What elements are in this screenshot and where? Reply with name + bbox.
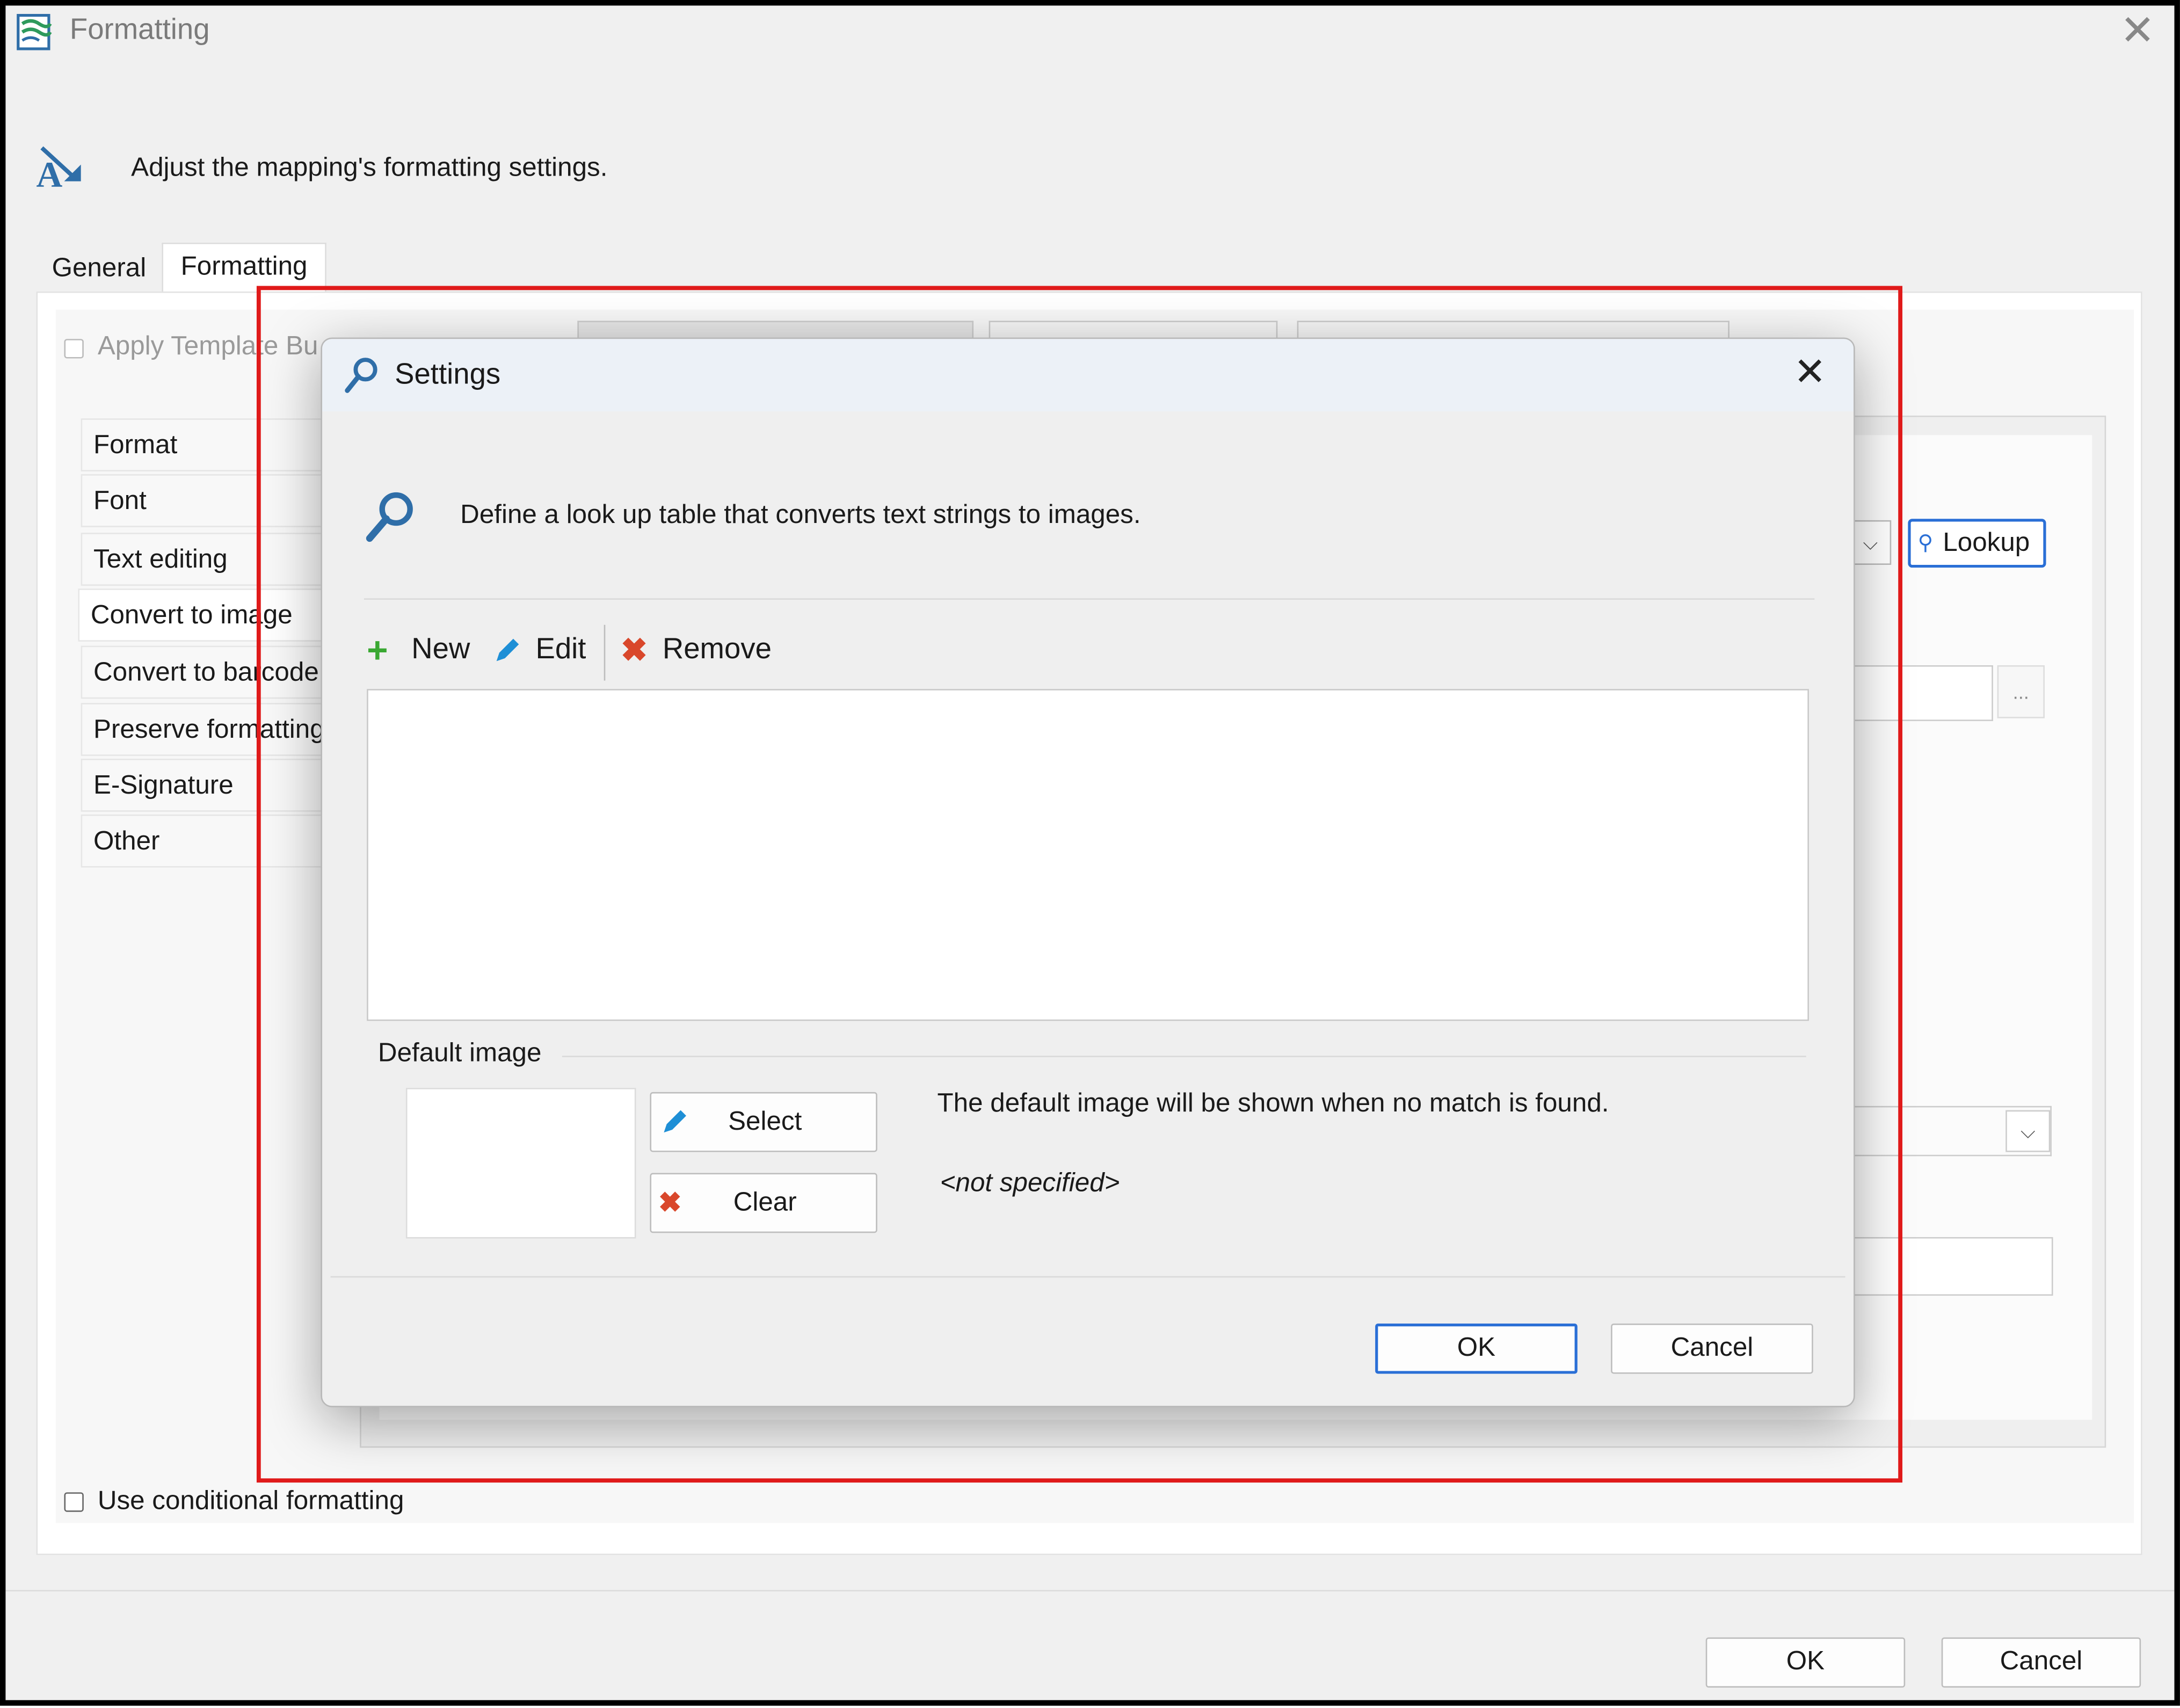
conditional-formatting-checkbox[interactable] bbox=[64, 1492, 84, 1512]
conditional-formatting-label: Use conditional formatting bbox=[97, 1486, 404, 1516]
lookup-button[interactable]: ⚲ Lookup bbox=[1908, 519, 2046, 568]
highlight-box bbox=[256, 286, 1902, 1483]
window-title: Formatting bbox=[69, 13, 210, 46]
footer-divider bbox=[5, 1590, 2175, 1591]
search-icon: ⚲ bbox=[1917, 531, 1934, 555]
tab-general[interactable]: General bbox=[39, 245, 159, 290]
chevron-down-icon[interactable]: ⌵ bbox=[2005, 1110, 2051, 1152]
title-bar bbox=[5, 5, 2175, 70]
lookup-label: Lookup bbox=[1943, 528, 2030, 558]
apply-template-checkbox[interactable] bbox=[64, 339, 84, 359]
formatting-window: Formatting ✕ A Adjust the mapping's form… bbox=[0, 0, 2180, 1706]
browse-button[interactable]: ... bbox=[1997, 665, 2045, 718]
formatting-app-icon bbox=[17, 13, 52, 50]
header-description: Adjust the mapping's formatting settings… bbox=[131, 153, 608, 183]
window-close-icon[interactable]: ✕ bbox=[2120, 10, 2155, 53]
cancel-button[interactable]: Cancel bbox=[1941, 1637, 2141, 1688]
ok-button[interactable]: OK bbox=[1705, 1637, 1906, 1688]
formatting-header-icon: A bbox=[37, 146, 81, 192]
svg-text:A: A bbox=[37, 155, 63, 192]
